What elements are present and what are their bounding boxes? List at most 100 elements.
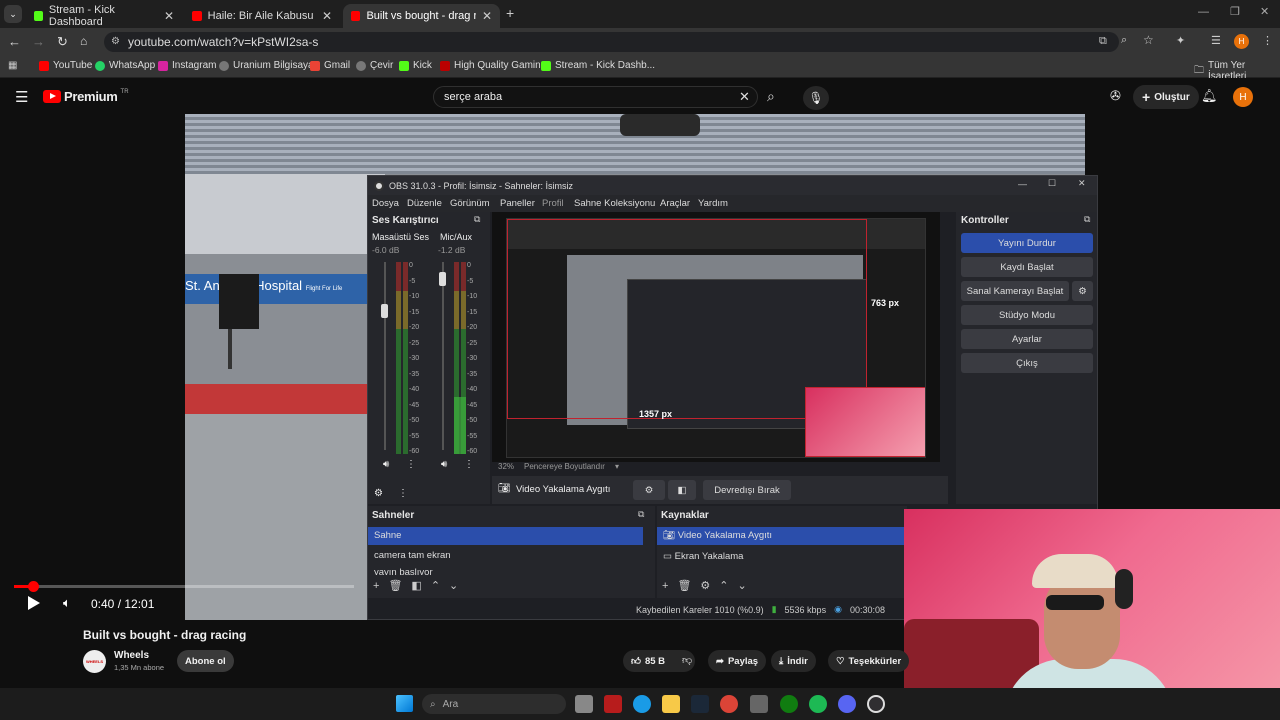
obs-minimize-icon[interactable]: — <box>1018 179 1027 189</box>
channel-avatar[interactable]: H <box>1233 87 1253 107</box>
menu-paneller[interactable]: Paneller <box>500 198 535 209</box>
move-up-icon[interactable]: ⌃ <box>719 579 728 592</box>
hamburger-menu-icon[interactable]: ☰ <box>15 88 28 106</box>
bookmark-star-icon[interactable]: ☆ <box>1143 33 1154 47</box>
home-icon[interactable]: ⌂ <box>80 34 87 48</box>
deactivate-button[interactable]: Devredışı Bırak <box>703 480 791 500</box>
menu-araclar[interactable]: Araçlar <box>660 198 690 209</box>
channel-name[interactable]: Wheels <box>114 650 149 661</box>
tab-haile[interactable]: Haile: Bir Aile Kabusu (Ömer Ge ✕ <box>184 4 340 28</box>
discord-icon[interactable] <box>838 695 856 713</box>
menu-duzenle[interactable]: Düzenle <box>407 198 442 209</box>
bookmark-cevir[interactable]: Çevir <box>356 60 393 71</box>
minimize-icon[interactable]: — <box>1198 6 1209 18</box>
steam-icon[interactable] <box>691 695 709 713</box>
volume-fader-handle[interactable] <box>439 272 446 286</box>
source-properties-button[interactable]: ⚙ <box>633 480 665 500</box>
source-filters-button[interactable]: ◧ <box>668 480 696 500</box>
move-down-icon[interactable]: ⌄ <box>738 579 747 592</box>
undock-icon[interactable]: ⧉ <box>474 214 480 225</box>
obs-close-icon[interactable]: ✕ <box>1078 178 1086 189</box>
app-shield-icon[interactable] <box>604 695 622 713</box>
voice-search-icon[interactable]: 🎙 <box>803 86 829 110</box>
thanks-button[interactable]: ♡ Teşekkürler <box>828 650 910 672</box>
edge-icon[interactable] <box>633 695 651 713</box>
close-icon[interactable]: ✕ <box>164 9 174 23</box>
scene-item[interactable]: yayın başlıyor <box>368 567 643 575</box>
start-virtual-camera-button[interactable]: Sanal Kamerayı Başlat <box>961 281 1069 301</box>
advanced-audio-icon[interactable]: ⚙ <box>374 488 383 499</box>
bookmark-instagram[interactable]: Instagram <box>158 60 216 71</box>
download-button[interactable]: ⤓ İndir <box>771 650 816 672</box>
windows-start-icon[interactable] <box>396 695 413 712</box>
share-button[interactable]: ➦ Paylaş <box>708 650 767 672</box>
forward-arrow-icon[interactable]: → <box>32 34 45 49</box>
spotify-icon[interactable] <box>809 695 827 713</box>
settings-button[interactable]: Ayarlar <box>961 329 1093 349</box>
undock-icon[interactable]: ⧉ <box>638 509 644 520</box>
search-input[interactable]: serçe araba ✕ <box>433 86 758 108</box>
source-item[interactable]: 📷︎ Video Yakalama Aygıtı <box>657 527 907 545</box>
youtube-logo[interactable]: Premium TR <box>43 89 129 104</box>
taskbar-search[interactable]: ⌕ Ara <box>422 694 566 714</box>
new-tab-plus-icon[interactable]: + <box>506 5 514 21</box>
more-options-icon[interactable]: ⋮ <box>464 459 474 470</box>
menu-profil[interactable]: Profil <box>542 198 564 209</box>
bookmark-kick[interactable]: Kick <box>399 60 432 71</box>
subscribe-button[interactable]: Abone ol <box>177 650 234 672</box>
calculator-icon[interactable] <box>750 695 768 713</box>
file-explorer-icon[interactable] <box>662 695 680 713</box>
browser-menu-icon[interactable]: ⋮ <box>1262 34 1273 47</box>
bookmark-gmail[interactable]: Gmail <box>310 60 350 71</box>
back-arrow-icon[interactable]: ← <box>8 34 21 49</box>
chevron-down-icon[interactable]: ▾ <box>615 462 619 471</box>
preview-canvas[interactable]: 763 px 1357 px <box>492 212 940 462</box>
menu-gorunum[interactable]: Görünüm <box>450 198 490 209</box>
play-icon[interactable] <box>28 596 40 610</box>
apps-grid-icon[interactable]: ▦ <box>8 60 17 71</box>
site-info-icon[interactable]: ⚙ <box>111 32 120 52</box>
remove-source-icon[interactable]: 🗑︎ <box>677 579 691 592</box>
move-down-icon[interactable]: ⌄ <box>449 579 458 592</box>
speaker-icon[interactable]: 🔊︎ <box>383 459 389 470</box>
scene-filters-icon[interactable]: ◧ <box>411 579 421 592</box>
more-options-icon[interactable]: ⋮ <box>406 459 416 470</box>
close-window-icon[interactable]: ✕ <box>1260 5 1269 18</box>
dislike-icon[interactable]: 👎︎ <box>682 654 692 666</box>
install-icon[interactable]: ⧉ <box>1099 35 1107 48</box>
volume-fader-track[interactable] <box>384 262 386 450</box>
tab-kick-dashboard[interactable]: Stream - Kick Dashboard ✕ <box>26 4 182 28</box>
task-view-icon[interactable] <box>575 695 593 713</box>
profile-avatar[interactable]: H <box>1234 34 1249 49</box>
bookmark-whatsapp[interactable]: WhatsApp <box>95 60 155 71</box>
virtual-camera-settings-button[interactable]: ⚙ <box>1072 281 1093 301</box>
studio-mode-button[interactable]: Stüdyo Modu <box>961 305 1093 325</box>
xbox-icon[interactable] <box>780 695 798 713</box>
volume-fader-track[interactable] <box>442 262 444 450</box>
source-properties-icon[interactable]: ⚙ <box>700 579 710 592</box>
speaker-icon[interactable]: 🔊︎ <box>441 459 447 470</box>
restore-icon[interactable]: ❐ <box>1230 5 1240 18</box>
chrome-icon[interactable] <box>720 695 738 713</box>
reload-icon[interactable]: ↻ <box>57 34 68 50</box>
progress-track[interactable] <box>14 585 354 588</box>
remove-scene-icon[interactable]: 🗑︎ <box>388 579 402 592</box>
url-input[interactable]: ⚙ youtube.com/watch?v=kPstWI2sa-s <box>104 32 1119 52</box>
add-source-icon[interactable]: + <box>662 580 668 592</box>
obs-taskbar-icon[interactable] <box>867 695 885 713</box>
extensions-icon[interactable]: ✦ <box>1176 34 1185 47</box>
close-icon[interactable]: ✕ <box>322 9 332 23</box>
stop-streaming-button[interactable]: Yayını Durdur <box>961 233 1093 253</box>
reading-list-icon[interactable]: ☰ <box>1211 34 1221 47</box>
create-button[interactable]: + Oluştur <box>1133 85 1199 109</box>
bookmark-high-quality[interactable]: High Quality Gamin... <box>440 60 549 71</box>
scrubber-handle[interactable] <box>27 581 39 592</box>
menu-sahne-koleksiyonu[interactable]: Sahne Koleksiyonu <box>574 198 655 209</box>
source-item[interactable]: ▭ Ekran Yakalama <box>657 548 907 566</box>
clear-search-icon[interactable]: ✕ <box>739 87 750 107</box>
tab-built-vs-bought[interactable]: Built vs bought - drag racing - ✕ <box>343 4 500 28</box>
bookmark-youtube[interactable]: YouTube <box>39 60 92 71</box>
notifications-bell-icon[interactable]: 🔔︎ <box>1201 88 1218 104</box>
zoom-mode[interactable]: Pencereye Boyutlandır <box>524 462 605 471</box>
volume-icon[interactable]: 🔈︎ <box>63 595 71 611</box>
